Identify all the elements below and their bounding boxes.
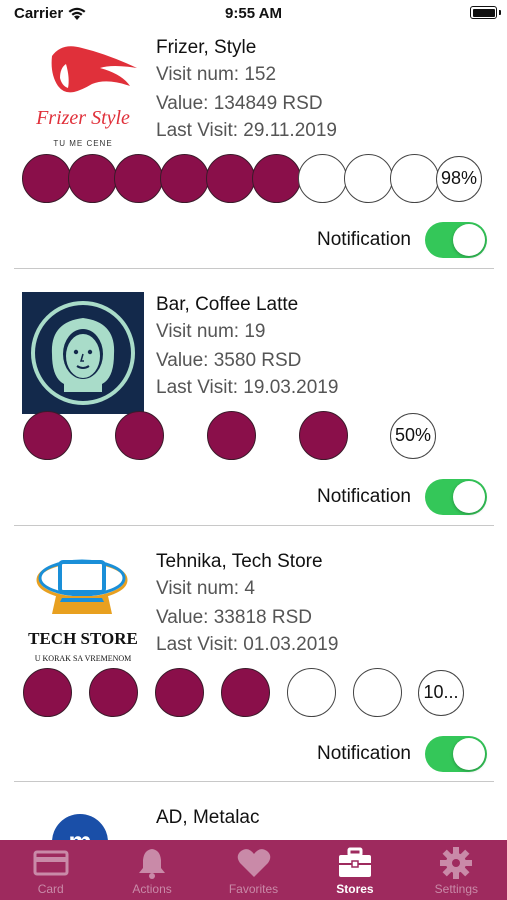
heart-icon [237, 849, 270, 877]
store-info: Tehnika, Tech Store Visit num: 4 Value: … [156, 550, 338, 658]
svg-text:m: m [68, 826, 91, 840]
bell-icon [139, 849, 166, 879]
progress-percent-badge: 10... [418, 669, 464, 716]
store-item[interactable]: Bar, Coffee Latte Visit num: 19 Value: 3… [0, 269, 507, 525]
last-visit: Last Visit: 01.03.2019 [156, 634, 339, 655]
visit-dot-filled [299, 411, 348, 460]
briefcase-icon [338, 847, 371, 877]
tech-store-logo: TECH STORE U KORAK SA VREMENOM [28, 559, 138, 663]
tab-actions[interactable]: Actions [101, 840, 202, 900]
battery-icon [470, 6, 497, 19]
store-info: AD, Metalac [156, 806, 259, 830]
store-value: Value: 33818 RSD [156, 607, 312, 628]
notification-toggle[interactable] [425, 479, 487, 515]
frizer-style-logo: Frizer Style TU ME CENE [35, 46, 137, 148]
gear-icon [440, 847, 473, 879]
store-value: Value: 134849 RSD [156, 93, 323, 114]
visit-dot-empty [390, 154, 439, 203]
logo-tagline: U KORAK SA VREMENOM [35, 654, 132, 663]
visit-dot-empty [287, 668, 336, 717]
visit-dot-filled [114, 154, 163, 203]
visit-progress: 98% [22, 154, 482, 203]
tab-label: Stores [336, 882, 374, 896]
notification-label: Notification [317, 229, 411, 250]
tab-stores[interactable]: Stores [304, 840, 405, 900]
tab-label: Settings [434, 882, 478, 896]
visit-dot-filled [22, 154, 71, 203]
store-logo: TECH STORE U KORAK SA VREMENOM [22, 548, 144, 670]
visit-progress: 10... [23, 668, 464, 717]
progress-percent-badge: 98% [436, 155, 482, 202]
visit-dot-filled [155, 668, 204, 717]
visit-dot-filled [206, 154, 255, 203]
notification-row: Notification [317, 736, 487, 772]
visit-num: Visit num: 152 [156, 64, 277, 85]
notification-toggle[interactable] [425, 222, 487, 258]
tab-favorites[interactable]: Favorites [203, 840, 304, 900]
last-visit: Last Visit: 29.11.2019 [156, 120, 337, 141]
visit-num: Visit num: 4 [156, 578, 255, 599]
progress-percent-badge: 50% [390, 412, 436, 459]
visit-dot-filled [89, 668, 138, 717]
store-item[interactable]: Frizer Style TU ME CENE Frizer, Style Vi… [0, 28, 507, 269]
visit-dot-filled [221, 668, 270, 717]
tab-settings[interactable]: Settings [406, 840, 507, 900]
tab-label: Actions [132, 882, 172, 896]
notification-row: Notification [317, 479, 487, 515]
store-name: Tehnika, Tech Store [156, 551, 323, 572]
coffee-latte-logo [22, 292, 144, 414]
status-time: 9:55 AM [225, 5, 282, 22]
store-logo [22, 292, 144, 414]
visit-dot-filled [160, 154, 209, 203]
logo-text: TECH STORE [28, 629, 138, 648]
store-info: Frizer, Style Visit num: 152 Value: 1348… [156, 36, 337, 144]
notification-row: Notification [317, 222, 487, 258]
status-bar: Carrier 9:55 AM [0, 0, 507, 28]
tab-label: Card [37, 882, 64, 896]
visit-dot-filled [207, 411, 256, 460]
tab-card[interactable]: Card [0, 840, 101, 900]
card-icon [33, 850, 69, 876]
visit-dot-filled [68, 154, 117, 203]
store-logo: Frizer Style TU ME CENE [22, 34, 144, 156]
visit-dot-filled [252, 154, 301, 203]
visit-dot-empty [353, 668, 402, 717]
store-name: Frizer, Style [156, 37, 257, 58]
notification-toggle[interactable] [425, 736, 487, 772]
notification-label: Notification [317, 486, 411, 507]
visit-dot-filled [115, 411, 164, 460]
notification-label: Notification [317, 743, 411, 764]
visit-progress: 50% [23, 411, 436, 460]
store-item[interactable]: m AD, Metalac [0, 782, 507, 840]
visit-dot-empty [298, 154, 347, 203]
metalac-logo: m [52, 814, 108, 840]
store-logo: m [50, 812, 110, 840]
visit-dot-filled [23, 411, 72, 460]
store-info: Bar, Coffee Latte Visit num: 19 Value: 3… [156, 293, 338, 401]
visit-dot-filled [23, 668, 72, 717]
visit-dot-empty [344, 154, 393, 203]
store-name: Bar, Coffee Latte [156, 294, 299, 315]
logo-text: Frizer Style [35, 107, 130, 129]
tab-label: Favorites [228, 882, 279, 896]
store-name: AD, Metalac [156, 807, 260, 828]
visit-num: Visit num: 19 [156, 321, 266, 342]
last-visit: Last Visit: 19.03.2019 [156, 377, 339, 398]
store-value: Value: 3580 RSD [156, 350, 302, 371]
tab-bar: Card Actions Favorites Stores Settings [0, 840, 507, 900]
store-item[interactable]: TECH STORE U KORAK SA VREMENOM Tehnika, … [0, 526, 507, 782]
logo-tagline: TU ME CENE [53, 139, 112, 148]
